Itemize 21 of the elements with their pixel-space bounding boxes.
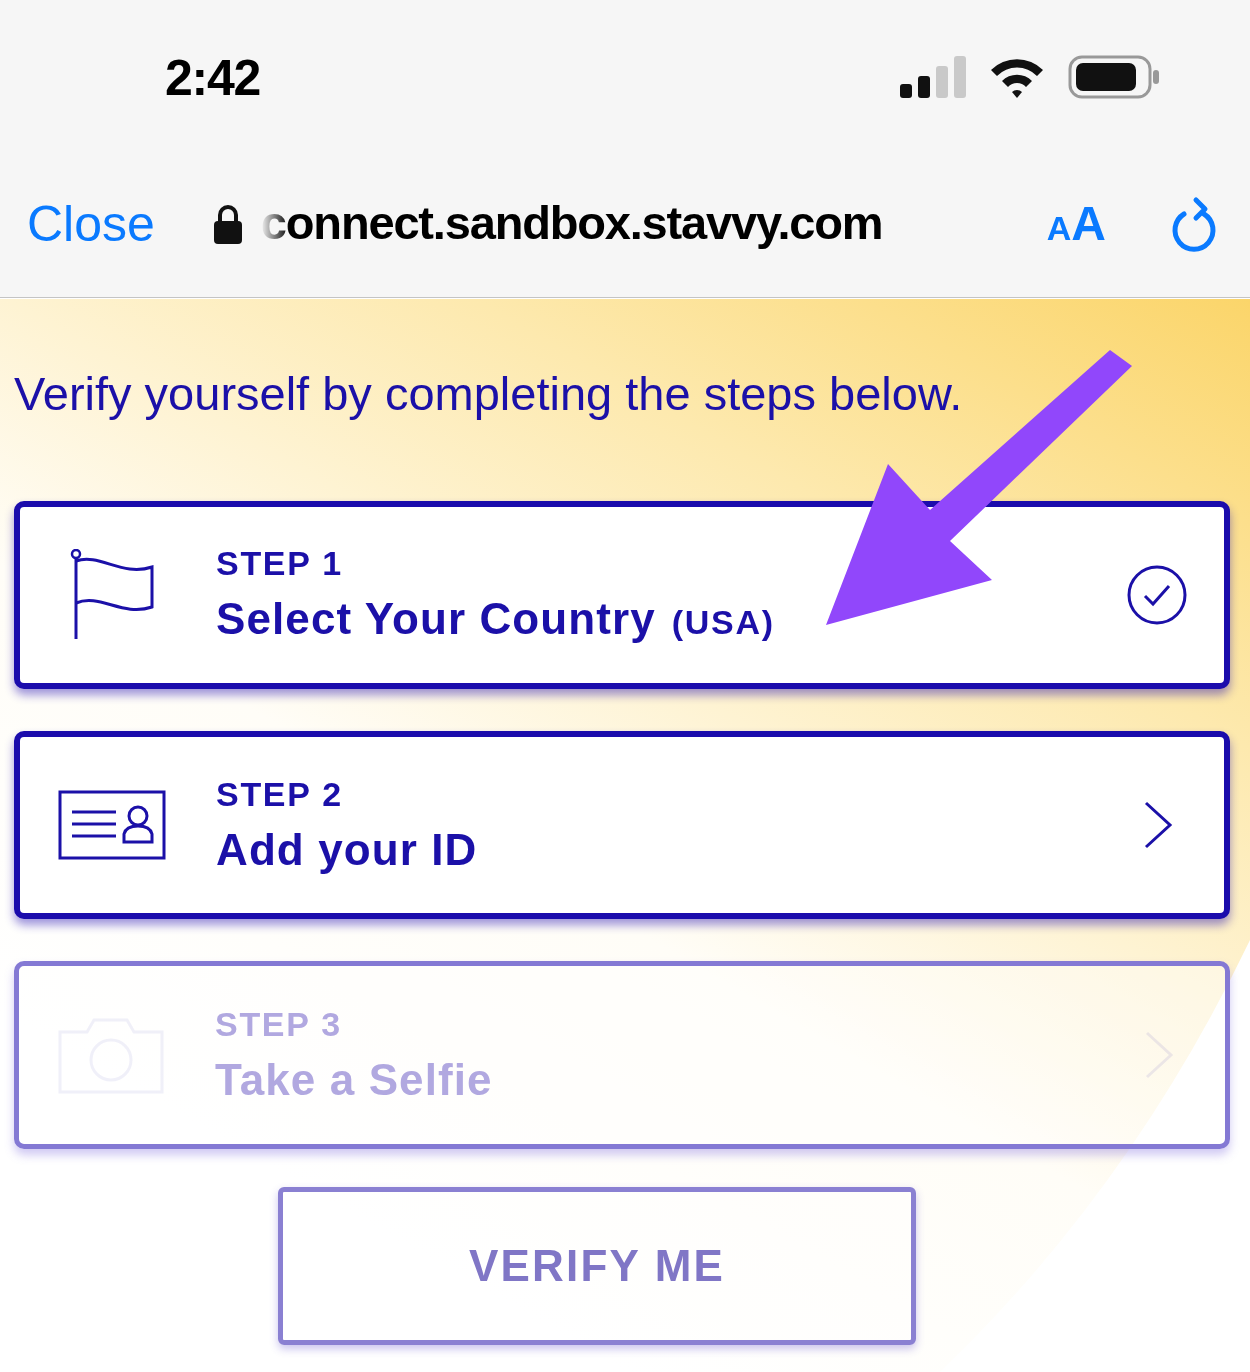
signal-icon xyxy=(900,56,966,98)
step-number: STEP 3 xyxy=(215,1004,343,1046)
step-detail: (USA) xyxy=(671,601,775,643)
step-card[interactable]: STEP 1 Select Your Country (USA) xyxy=(14,501,1230,689)
step-title: Select Your Country xyxy=(216,592,656,645)
step-title: Take a Selfie xyxy=(215,1053,493,1106)
id-card-icon xyxy=(58,790,166,860)
chevron-right-icon xyxy=(1142,800,1174,850)
step-number: STEP 1 xyxy=(216,543,344,585)
step-title: Add your ID xyxy=(216,823,478,876)
reload-icon[interactable] xyxy=(1170,195,1218,252)
step-number: STEP 2 xyxy=(216,774,344,816)
clock-time: 2:42 xyxy=(165,48,261,108)
chevron-right-icon xyxy=(1143,1030,1175,1080)
battery-icon xyxy=(1068,55,1160,99)
url-text[interactable]: connect.sandbox.stavvy.com xyxy=(260,188,883,259)
step-card[interactable]: STEP 2 Add your ID xyxy=(14,731,1230,919)
close-button[interactable]: Close xyxy=(27,198,155,249)
text-size-button[interactable]: AA xyxy=(1046,199,1106,248)
flag-icon xyxy=(70,549,154,641)
lock-icon xyxy=(212,203,243,244)
